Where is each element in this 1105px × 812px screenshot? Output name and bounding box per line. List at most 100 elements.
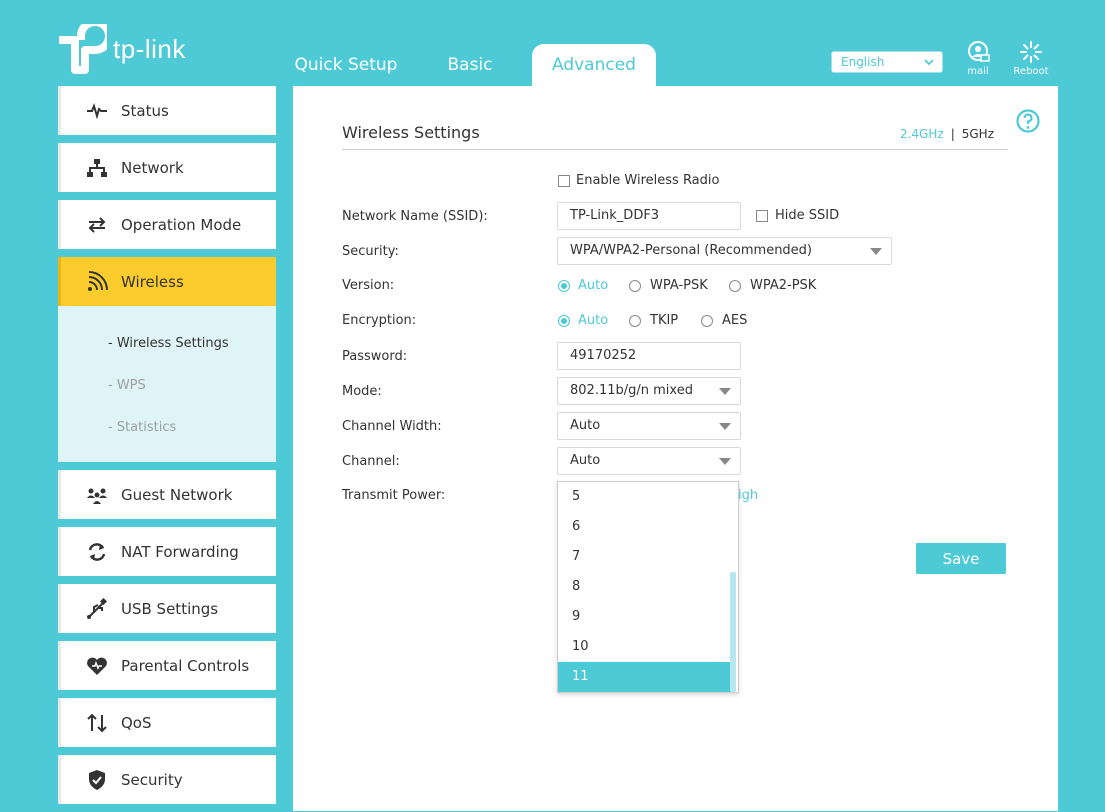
updown-arrows-icon	[86, 712, 108, 734]
channel-options: 5 6 7 8 9 10 11	[558, 482, 731, 692]
sidebar-item-label: Network	[121, 158, 184, 177]
encryption-label: Encryption:	[342, 313, 417, 328]
encryption-auto-label: Auto	[578, 313, 609, 328]
mail-label: mail	[967, 66, 989, 77]
save-button[interactable]: Save	[916, 543, 1006, 574]
version-wpa-psk-label: WPA-PSK	[650, 278, 708, 293]
transmit-power-label: Transmit Power:	[342, 488, 446, 503]
sidebar-item-label: QoS	[121, 713, 152, 732]
transmit-power-high-label[interactable]: igh	[738, 488, 758, 503]
page-title: Wireless Settings	[342, 123, 480, 142]
reboot-icon	[1020, 41, 1042, 63]
pulse-icon	[86, 100, 108, 122]
submenu-item-wireless-settings[interactable]: - Wireless Settings	[58, 322, 276, 364]
encryption-aes-label: AES	[722, 313, 748, 328]
hide-ssid-label: Hide SSID	[775, 208, 840, 223]
mail-button[interactable]: mail	[957, 40, 999, 77]
channel-option[interactable]: 7	[558, 542, 731, 572]
sidebar-item-label: USB Settings	[121, 599, 219, 618]
shield-icon	[86, 769, 108, 791]
language-select[interactable]: English	[831, 51, 943, 73]
security-label: Security:	[342, 244, 399, 259]
channel-width-select[interactable]: Auto	[557, 412, 741, 440]
sidebar-item-guest-network[interactable]: Guest Network	[58, 470, 276, 519]
sidebar-item-wireless[interactable]: Wireless	[58, 257, 276, 306]
sidebar: Status Network Operation Mode Wireless -…	[58, 86, 276, 812]
band-5ghz-link[interactable]: 5GHz	[962, 127, 994, 141]
ssid-input[interactable]: TP-Link_DDF3	[557, 202, 741, 230]
channel-width-label: Channel Width:	[342, 419, 442, 434]
hide-ssid-checkbox[interactable]	[756, 210, 768, 222]
tab-advanced[interactable]: Advanced	[532, 44, 656, 86]
password-input[interactable]: 49170252	[557, 342, 741, 370]
enable-wireless-radio-label: Enable Wireless Radio	[576, 173, 720, 188]
sidebar-item-label: Parental Controls	[121, 656, 250, 675]
encryption-aes-radio[interactable]	[701, 315, 713, 327]
heart-icon	[86, 655, 108, 677]
submenu-item-statistics[interactable]: - Statistics	[58, 406, 276, 448]
encryption-tkip-radio[interactable]	[629, 315, 641, 327]
channel-option[interactable]: 5	[558, 482, 731, 512]
sidebar-item-status[interactable]: Status	[58, 86, 276, 135]
version-auto-label: Auto	[578, 278, 609, 293]
mode-select[interactable]: 802.11b/g/n mixed	[557, 377, 741, 405]
channel-option[interactable]: 6	[558, 512, 731, 542]
tab-quick-setup[interactable]: Quick Setup	[284, 44, 408, 86]
chevron-down-icon	[924, 59, 934, 66]
top-navigation: Quick Setup Basic Advanced	[284, 44, 656, 86]
network-icon	[86, 157, 108, 179]
sidebar-item-parental-controls[interactable]: Parental Controls	[58, 641, 276, 690]
section-header: Wireless Settings 2.4GHz | 5GHz	[342, 117, 1008, 150]
channel-option-selected[interactable]: 11	[558, 662, 731, 692]
security-select[interactable]: WPA/WPA2-Personal (Recommended)	[557, 237, 892, 265]
channel-option[interactable]: 8	[558, 572, 731, 602]
band-switch: 2.4GHz | 5GHz	[900, 127, 994, 141]
encryption-tkip-label: TKIP	[650, 313, 679, 328]
version-label: Version:	[342, 278, 395, 293]
help-icon[interactable]	[1016, 109, 1040, 133]
submenu-item-wps[interactable]: - WPS	[58, 364, 276, 406]
version-wpa-psk-radio[interactable]	[629, 280, 641, 292]
channel-option[interactable]: 9	[558, 602, 731, 632]
sidebar-item-security[interactable]: Security	[58, 755, 276, 804]
encryption-auto-radio[interactable]	[558, 315, 570, 327]
switch-arrows-icon	[86, 214, 108, 236]
sidebar-item-label: Wireless	[121, 272, 184, 291]
language-value: English	[841, 55, 885, 69]
channel-label: Channel:	[342, 454, 400, 469]
dropdown-arrow-icon	[719, 458, 731, 465]
tab-basic[interactable]: Basic	[408, 44, 532, 86]
sidebar-item-network[interactable]: Network	[58, 143, 276, 192]
band-2-4ghz-link[interactable]: 2.4GHz	[900, 127, 944, 141]
sidebar-item-label: Security	[121, 770, 183, 789]
dropdown-arrow-icon	[870, 248, 882, 255]
ssid-label: Network Name (SSID):	[342, 209, 488, 224]
version-wpa2-psk-label: WPA2-PSK	[750, 278, 817, 293]
sidebar-item-operation-mode[interactable]: Operation Mode	[58, 200, 276, 249]
channel-select[interactable]: Auto	[557, 447, 741, 475]
security-value: WPA/WPA2-Personal (Recommended)	[570, 243, 813, 258]
mode-label: Mode:	[342, 384, 382, 399]
band-separator: |	[950, 127, 955, 141]
mail-icon	[968, 41, 990, 62]
dropdown-arrow-icon	[719, 388, 731, 395]
channel-option[interactable]: 10	[558, 632, 731, 662]
enable-wireless-radio-checkbox[interactable]	[558, 175, 570, 187]
sidebar-item-label: Guest Network	[121, 485, 233, 504]
sidebar-item-label: Status	[121, 101, 169, 120]
sidebar-item-nat-forwarding[interactable]: NAT Forwarding	[58, 527, 276, 576]
wireless-submenu: - Wireless Settings - WPS - Statistics	[58, 306, 276, 462]
sidebar-item-label: NAT Forwarding	[121, 542, 239, 561]
tp-link-logo-icon	[59, 24, 107, 74]
reboot-label: Reboot	[1013, 66, 1049, 77]
reboot-button[interactable]: Reboot	[1010, 40, 1052, 77]
mode-value: 802.11b/g/n mixed	[570, 383, 693, 398]
version-wpa2-psk-radio[interactable]	[729, 280, 741, 292]
dropdown-scrollbar[interactable]	[730, 572, 736, 692]
sidebar-item-label: Operation Mode	[121, 215, 242, 234]
sidebar-item-usb-settings[interactable]: USB Settings	[58, 584, 276, 633]
channel-dropdown-list: 5 6 7 8 9 10 11	[557, 481, 739, 693]
version-auto-radio[interactable]	[558, 280, 570, 292]
channel-width-value: Auto	[570, 418, 601, 433]
sidebar-item-qos[interactable]: QoS	[58, 698, 276, 747]
